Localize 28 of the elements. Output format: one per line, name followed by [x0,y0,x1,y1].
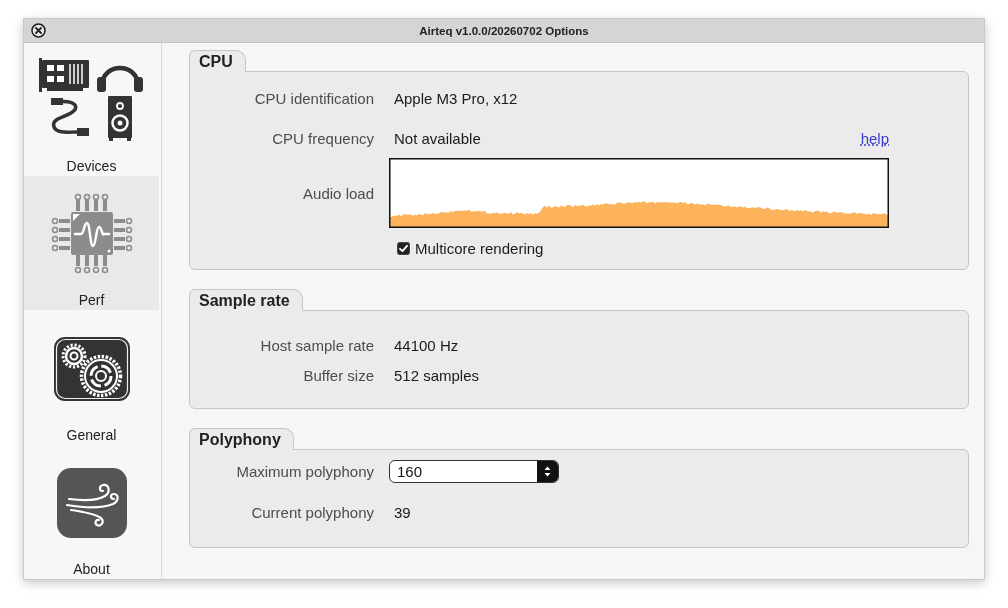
field-label: Maximum polyphony [235,463,374,480]
wind-icon [56,468,127,538]
sidebar-item[interactable]: About [24,445,159,579]
number-field[interactable]: 160 [389,460,559,483]
gears-icon [53,336,130,401]
field-value: Not available [393,129,481,147]
help-link[interactable]: help [860,129,889,147]
window-title: Airteq v1.0.0/20260702 Options [419,24,589,37]
close-icon[interactable] [31,23,46,38]
sidebar-item[interactable]: Perf [24,176,159,310]
checkbox[interactable] [397,241,410,255]
field-value: Apple M3 Pro, x12 [393,89,518,107]
checkbox-label: Multicore rendering [415,239,544,257]
field-label: Buffer size [302,366,374,384]
group-title: Polyphony [189,428,294,450]
group-title: CPU [189,50,246,72]
field-value: 44100 Hz [393,336,459,354]
field-value: 39 [393,504,411,521]
group-title: Sample rate [189,289,303,311]
sidebar-item[interactable]: General [24,310,159,445]
field-value: 512 samples [393,366,480,384]
stepper-icon[interactable] [537,461,558,482]
field-label: CPU identification [253,89,374,107]
field-label: Current polyphony [250,504,374,521]
field-label: CPU frequency [271,129,374,147]
field-label: Audio load [302,184,374,202]
field-label: Host sample rate [259,336,374,354]
sidebar-item[interactable]: Devices [24,43,159,176]
